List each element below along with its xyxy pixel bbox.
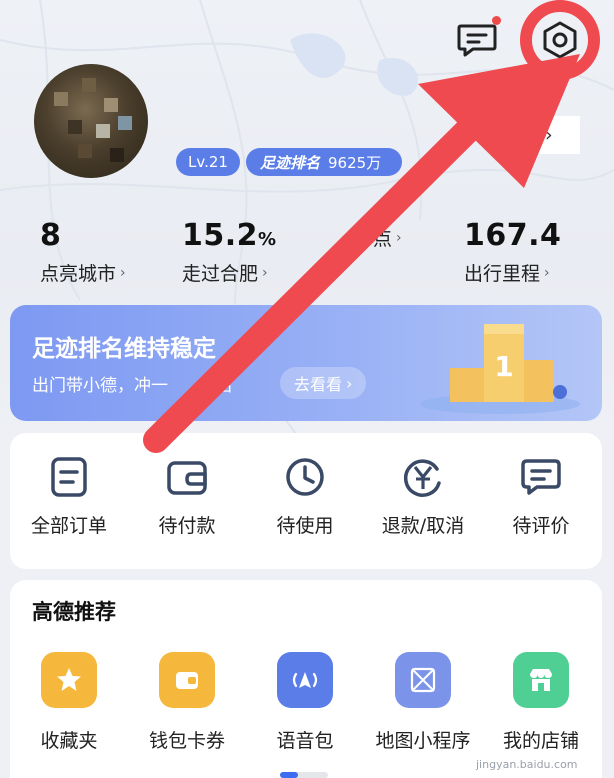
notification-dot <box>492 16 501 25</box>
recommend-card: 高德推荐 收藏夹 钱包卡券 语音包 地图小程序 我的店铺 <box>10 580 602 778</box>
chevron-right-icon: › <box>120 264 126 281</box>
order-label: 全部订单 <box>30 515 107 537</box>
chevron-right-icon: › <box>545 124 553 146</box>
recommend-title: 高德推荐 <box>32 600 116 624</box>
rec-label: 钱包卡券 <box>148 730 225 752</box>
podium-icon: 1 <box>420 324 580 414</box>
stat-value: 167.4 <box>464 218 562 253</box>
rec-my-store[interactable]: 我的店铺 <box>482 652 600 753</box>
stat-visited-hefei[interactable]: 15.2% 走过合肥 › <box>182 218 277 286</box>
level-badge[interactable]: Lv.21 <box>176 148 240 176</box>
wallet-icon <box>167 461 207 495</box>
stat-value: 8 <box>40 218 62 253</box>
status-bar <box>0 0 614 12</box>
rec-label: 收藏夹 <box>40 730 98 752</box>
watermark: jingyan.baidu.com <box>476 758 578 771</box>
chevron-right-icon: › <box>544 264 550 281</box>
rec-label: 地图小程序 <box>375 730 471 752</box>
star-icon <box>41 652 97 708</box>
rec-label: 语音包 <box>276 730 334 752</box>
go-see-label: 去看看 <box>294 375 343 394</box>
order-pending-payment[interactable]: 待付款 <box>132 455 242 538</box>
order-list-icon <box>51 457 87 497</box>
banner-title: 足迹排名维持稳定 <box>32 336 216 362</box>
rec-label: 我的店铺 <box>502 730 579 752</box>
chevron-right-icon: › <box>396 229 402 246</box>
store-icon <box>513 652 569 708</box>
go-see-button[interactable]: 去看看 › <box>280 367 367 399</box>
order-refund[interactable]: 退款/取消 <box>368 455 478 538</box>
mini-program-icon <box>395 652 451 708</box>
gear-icon <box>543 21 577 59</box>
homepage-label: 页 <box>522 125 542 148</box>
rec-favorites[interactable]: 收藏夹 <box>10 652 128 753</box>
stat-checkins[interactable]: 卡点 › <box>354 218 402 251</box>
banner-subtitle: 出门带小德，冲一名 <box>32 376 233 396</box>
order-label: 待使用 <box>276 515 334 537</box>
homepage-button[interactable]: 页 › <box>500 116 580 154</box>
message-icon <box>457 24 497 57</box>
stat-lit-cities[interactable]: 8 点亮城市 › <box>40 218 126 286</box>
podium-first-glyph: 1 <box>494 350 513 383</box>
chevron-right-icon: › <box>262 264 268 281</box>
order-label: 待评价 <box>512 515 570 537</box>
order-label: 退款/取消 <box>381 515 465 537</box>
settings-button[interactable] <box>538 18 582 62</box>
rank-label: 足迹排名 <box>260 153 321 172</box>
order-to-use[interactable]: 待使用 <box>250 455 360 538</box>
rank-value: 9625万 <box>328 153 382 172</box>
clock-icon <box>286 458 324 496</box>
page-indicator <box>280 772 328 778</box>
page-indicator-active <box>280 772 298 778</box>
order-label: 待付款 <box>158 515 216 537</box>
chevron-right-icon: › <box>346 373 353 393</box>
rec-map-mini-program[interactable]: 地图小程序 <box>364 652 482 753</box>
comment-icon <box>521 459 561 495</box>
avatar[interactable] <box>34 64 148 178</box>
orders-card: 全部订单 待付款 待使用 退款/取消 待评价 <box>10 433 602 569</box>
stat-label: 卡点 <box>354 228 393 250</box>
stat-label: 点亮城市 <box>40 263 117 285</box>
message-button[interactable] <box>456 22 498 58</box>
order-to-review[interactable]: 待评价 <box>486 455 596 538</box>
rec-voice-pack[interactable]: 语音包 <box>246 652 364 753</box>
stat-label: 出行里程 <box>464 263 541 285</box>
refund-icon <box>403 459 441 497</box>
rec-wallet-coupons[interactable]: 钱包卡券 <box>128 652 246 753</box>
stat-value: 15.2% <box>182 218 277 253</box>
stat-travel-mileage[interactable]: 167.4 出行里程 › <box>464 218 561 286</box>
wallet-card-icon <box>159 652 215 708</box>
voice-icon <box>277 652 333 708</box>
order-all[interactable]: 全部订单 <box>14 455 124 538</box>
rank-badge[interactable]: 足迹排名 9625万 <box>246 148 402 176</box>
stat-label: 走过合肥 <box>182 263 259 285</box>
